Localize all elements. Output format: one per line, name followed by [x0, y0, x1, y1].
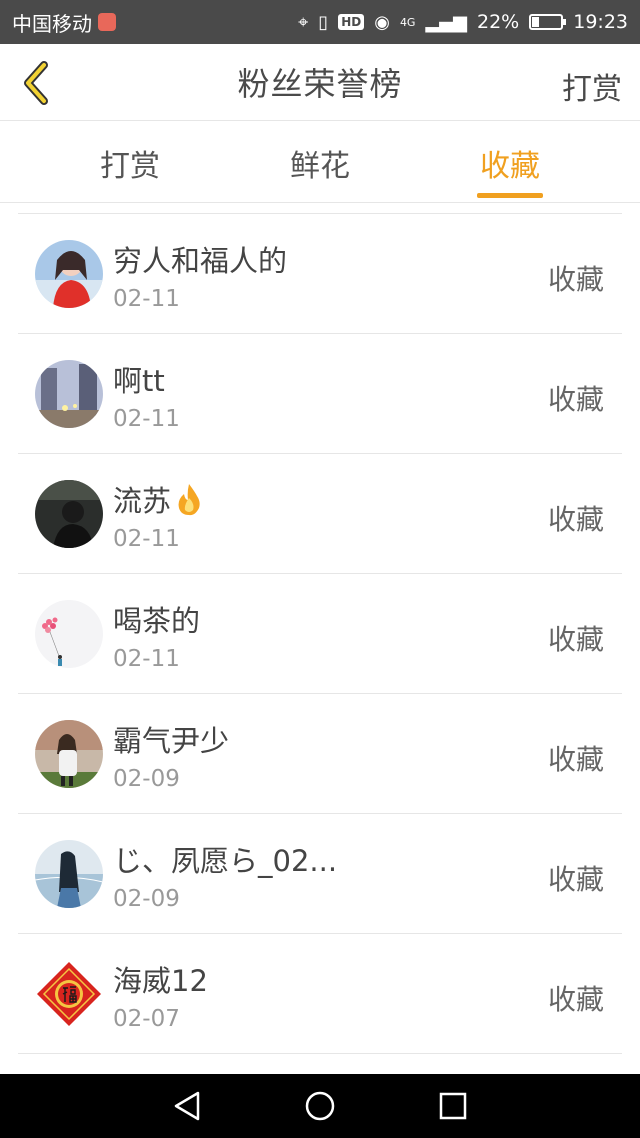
- tab-bar: 打赏 鲜花 收藏: [0, 121, 640, 203]
- fan-date: 02-09: [113, 886, 180, 912]
- fan-name-text: 穷人和福人的: [113, 244, 288, 278]
- carrier-name: 中国移动: [12, 11, 92, 36]
- fan-date: 02-11: [113, 526, 180, 552]
- fan-name-text: 流苏: [113, 484, 172, 518]
- list-item[interactable]: 霸气尹少 02-09 收藏: [18, 694, 622, 814]
- reward-button[interactable]: 打赏: [562, 64, 622, 108]
- girl-sea-avatar[interactable]: [35, 840, 103, 908]
- fan-name: 喝茶的: [113, 598, 200, 640]
- square-recents-icon: [440, 1092, 467, 1120]
- fan-name-text: 海威12: [113, 964, 208, 998]
- fan-action-label: 收藏: [547, 983, 604, 1016]
- fan-action-label: 收藏: [547, 863, 604, 896]
- fan-list: 穷人和福人的 02-11 收藏 啊tt 02-11 收藏 流苏 02-11 收藏…: [18, 213, 622, 1054]
- system-nav-bar: [0, 1074, 640, 1138]
- fan-name: 啊tt: [113, 358, 165, 400]
- fan-action-label: 收藏: [547, 623, 604, 656]
- battery-icon: [529, 14, 567, 30]
- fan-date: 02-11: [113, 406, 180, 432]
- triangle-back-icon: [174, 1091, 199, 1121]
- battery-percent: 22%: [477, 11, 520, 33]
- battery-level: [532, 17, 539, 27]
- fu-character-avatar[interactable]: [35, 960, 103, 1028]
- girl-white-avatar[interactable]: [35, 720, 103, 788]
- page-title: 粉丝荣誉榜: [237, 65, 403, 103]
- system-home-button[interactable]: [300, 1086, 340, 1126]
- back-button[interactable]: [14, 58, 58, 108]
- fan-date: 02-11: [113, 286, 180, 312]
- fan-date: 02-07: [113, 1006, 180, 1032]
- fire-icon: [178, 484, 200, 516]
- list-item[interactable]: 流苏 02-11 收藏: [18, 454, 622, 574]
- header-bar: 粉丝荣誉榜 打赏: [0, 44, 640, 121]
- list-item[interactable]: 海威12 02-07 收藏: [18, 934, 622, 1054]
- system-back-button[interactable]: [167, 1086, 207, 1126]
- clock: 19:23: [573, 11, 628, 33]
- signal-icon: ▂▄▆: [425, 11, 467, 33]
- fan-name: じ、夙愿ら_02...: [113, 838, 337, 880]
- fan-name-text: 霸气尹少: [113, 724, 230, 758]
- fan-name: 穷人和福人的: [113, 238, 287, 280]
- list-item[interactable]: 穷人和福人的 02-11 收藏: [18, 214, 622, 334]
- back-arrow-icon: [24, 61, 48, 105]
- system-recents-button[interactable]: [433, 1086, 473, 1126]
- list-item[interactable]: じ、夙愿ら_02... 02-09 收藏: [18, 814, 622, 934]
- hd-icon: HD: [338, 14, 365, 30]
- street-avatar[interactable]: [35, 360, 103, 428]
- list-item[interactable]: 喝茶的 02-11 收藏: [18, 574, 622, 694]
- tab-favorites[interactable]: 收藏: [450, 141, 570, 185]
- eye-icon: ◉: [374, 11, 390, 33]
- girl-red-avatar[interactable]: [35, 240, 103, 308]
- fan-action-label: 收藏: [547, 263, 604, 296]
- fan-name-text: 啊tt: [113, 364, 165, 398]
- status-bar: 中国移动 ⌖ ▯ HD ◉ 4G ▂▄▆ 22% 19:23: [0, 0, 640, 44]
- network-type: 4G: [399, 15, 416, 29]
- fan-name-text: 喝茶的: [113, 604, 201, 638]
- list-item[interactable]: 啊tt 02-11 收藏: [18, 334, 622, 454]
- active-tab-indicator: [477, 193, 543, 198]
- balloon-avatar[interactable]: [35, 600, 103, 668]
- circle-home-icon: [305, 1091, 335, 1121]
- dark-portrait-avatar[interactable]: [35, 480, 103, 548]
- fan-name-text: じ、夙愿ら_02...: [113, 844, 338, 878]
- status-icons: ⌖ ▯ HD ◉ 4G ▂▄▆ 22% 19:23: [298, 11, 628, 33]
- fan-name: 霸气尹少: [113, 718, 229, 760]
- location-icon: ⌖: [298, 11, 309, 33]
- tab-flowers[interactable]: 鲜花: [260, 141, 380, 185]
- tab-reward[interactable]: 打赏: [70, 141, 190, 185]
- fan-action-label: 收藏: [547, 383, 604, 416]
- fan-action-label: 收藏: [547, 503, 604, 536]
- fan-date: 02-09: [113, 766, 180, 792]
- fan-date: 02-11: [113, 646, 180, 672]
- carrier-group: 中国移动: [12, 8, 116, 37]
- vibrate-icon: ▯: [318, 11, 329, 33]
- fan-name: 海威12: [113, 958, 208, 1000]
- fan-action-label: 收藏: [547, 743, 604, 776]
- carrier-badge-icon: [98, 13, 116, 31]
- fan-name: 流苏: [113, 478, 203, 520]
